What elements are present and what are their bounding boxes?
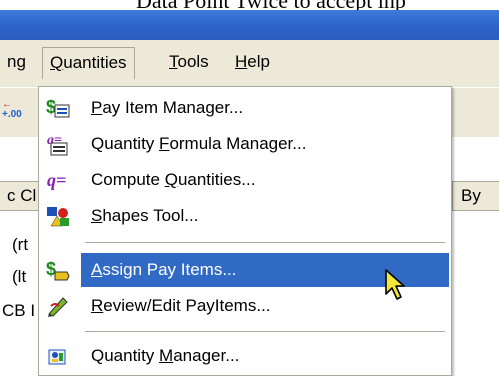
document-background: Data Point Twice to accept inp <box>0 0 499 10</box>
menu-item-shapes-tool[interactable]: Shapes Tool... <box>39 199 451 233</box>
quantity-manager-icon <box>45 344 71 368</box>
decimal-format-icon[interactable]: ← +.00 <box>2 100 32 122</box>
pay-item-manager-icon: $ <box>45 96 71 120</box>
title-bar <box>0 10 499 40</box>
table-row: (rt <box>12 235 29 254</box>
menu-separator <box>85 242 445 244</box>
menu-tools[interactable]: Tools <box>162 47 216 79</box>
menu-help[interactable]: Help <box>228 47 277 79</box>
menu-item-compute-quantities[interactable]: q= Compute Quantities... <box>39 163 451 197</box>
compute-quantities-icon: q= <box>45 168 71 192</box>
menu-bar: ng Quantities Tools Help <box>0 40 499 87</box>
table-row: (lt <box>12 267 27 286</box>
menu-quantities[interactable]: Quantities <box>42 47 135 79</box>
document-text: Data Point Twice to accept inp <box>136 0 406 10</box>
svg-text:q=: q= <box>47 170 66 190</box>
menu-item-quantity-manager[interactable]: Quantity Manager... <box>39 339 451 373</box>
menu-item-quantity-formula-manager[interactable]: q= Quantity Formula Manager... <box>39 127 451 161</box>
assign-pay-items-icon: $ <box>45 258 71 282</box>
quantity-formula-manager-icon: q= <box>45 132 71 156</box>
column-header-right[interactable]: By <box>452 181 499 211</box>
mouse-pointer-icon <box>384 268 412 304</box>
menu-item-partial[interactable]: ng <box>0 47 33 79</box>
quantities-dropdown-menu: $ Pay Item Manager... q= Quantity Formul… <box>38 86 452 376</box>
menu-item-pay-item-manager[interactable]: $ Pay Item Manager... <box>39 91 451 125</box>
shapes-tool-icon <box>45 204 71 228</box>
table-row: CB I <box>2 301 36 320</box>
review-edit-payitems-icon <box>45 294 71 318</box>
menu-separator <box>85 331 445 333</box>
